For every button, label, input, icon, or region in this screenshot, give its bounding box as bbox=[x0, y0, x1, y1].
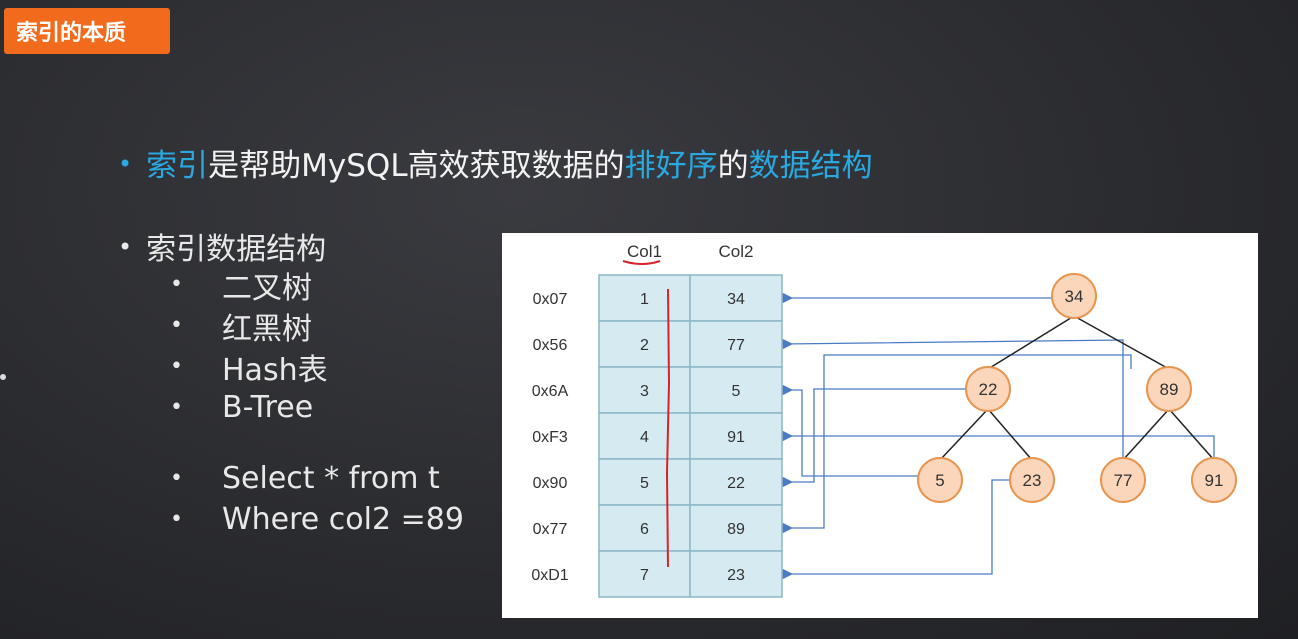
tree-node-level2-label: 91 bbox=[1205, 471, 1224, 490]
structure-name: 二叉树 bbox=[222, 270, 312, 306]
table-value-col1: 5 bbox=[640, 475, 649, 492]
row-address: 0x56 bbox=[533, 337, 568, 354]
query-text: Select * from t bbox=[222, 461, 440, 496]
pointer-node-23 bbox=[782, 479, 1010, 580]
query-line: • Where col2 =89 bbox=[170, 499, 464, 540]
bullet-dot: • bbox=[170, 466, 183, 491]
row-address: 0x07 bbox=[533, 291, 568, 308]
tree-node-level2-label: 5 bbox=[935, 471, 944, 490]
annotation-underline bbox=[622, 260, 661, 265]
table-value-col2: 91 bbox=[727, 429, 745, 446]
tree-node-root-label: 34 bbox=[1065, 287, 1084, 306]
tree-node-level2-label: 77 bbox=[1114, 471, 1133, 490]
pointer-node-77 bbox=[782, 338, 1124, 458]
slide-title-badge: 索引的本质 bbox=[4, 8, 170, 54]
index-diagram-svg: Col1 Col2 0x07 1 34 0x56 2 77 0x6A 3 5 0xF3 4 91 0x90 5… bbox=[531, 242, 1237, 598]
section-title: • 索引数据结构 bbox=[118, 224, 326, 268]
tree-edge bbox=[1168, 408, 1215, 461]
headline: • 索引是帮助MySQL高效获取数据的排好序的数据结构 bbox=[118, 140, 873, 185]
headline-term-data-structure: 数据结构 bbox=[748, 148, 873, 184]
table-value-col2: 5 bbox=[732, 383, 741, 400]
list-item: • Hash表 bbox=[170, 346, 464, 388]
row-address: 0x77 bbox=[533, 521, 568, 538]
bullet-dot: • bbox=[118, 150, 133, 178]
row-address: 0x90 bbox=[533, 475, 568, 492]
list-item: • 二叉树 bbox=[170, 264, 464, 306]
table-value-col2: 22 bbox=[727, 475, 745, 492]
bullet-dot: • bbox=[170, 354, 183, 379]
structure-name: B-Tree bbox=[222, 390, 314, 425]
pointer-node-5 bbox=[782, 384, 941, 477]
slide-title: 索引的本质 bbox=[16, 21, 127, 46]
headline-text: 是帮助MySQL高效获取数据的 bbox=[208, 148, 625, 184]
table-value-col1: 6 bbox=[640, 521, 649, 538]
column-header-col2: Col2 bbox=[719, 242, 754, 261]
headline-term-sorted: 排好序 bbox=[624, 148, 718, 184]
row-address: 0x6A bbox=[532, 383, 569, 400]
tree-edge bbox=[987, 408, 1033, 461]
tree-edge bbox=[987, 315, 1075, 370]
table-value-col1: 4 bbox=[640, 429, 649, 446]
headline-term-index: 索引 bbox=[146, 148, 209, 184]
bullet-dot: • bbox=[170, 313, 183, 338]
table-value-col1: 2 bbox=[640, 337, 649, 354]
headline-text-de: 的 bbox=[717, 148, 749, 184]
table-value-col2: 23 bbox=[727, 567, 745, 584]
tree-node-level1-label: 22 bbox=[979, 380, 998, 399]
list-item: • B-Tree bbox=[170, 387, 464, 428]
table-value-col1: 3 bbox=[640, 383, 649, 400]
query-text: Where col2 =89 bbox=[222, 502, 464, 537]
bullet-dot: • bbox=[170, 395, 183, 420]
table-value-col1: 1 bbox=[640, 291, 649, 308]
edge-marker bbox=[0, 374, 6, 380]
structure-name: Hash表 bbox=[222, 352, 328, 388]
row-address: 0xD1 bbox=[531, 567, 568, 584]
structure-list: • 二叉树 • 红黑树 • Hash表 • B-Tree • Select * from … bbox=[170, 264, 464, 540]
table-value-col2: 77 bbox=[727, 337, 745, 354]
bullet-dot: • bbox=[118, 233, 133, 261]
list-item: • 红黑树 bbox=[170, 305, 464, 347]
index-diagram: Col1 Col2 0x07 1 34 0x56 2 77 0x6A 3 5 0xF3 4 91 0x90 5… bbox=[502, 233, 1258, 618]
bullet-dot: • bbox=[170, 272, 183, 297]
table-value-col2: 89 bbox=[727, 521, 745, 538]
row-address: 0xF3 bbox=[532, 429, 568, 446]
column-header-col1: Col1 bbox=[627, 242, 662, 261]
tree-node-level2-label: 23 bbox=[1023, 471, 1042, 490]
structure-name: 红黑树 bbox=[222, 311, 312, 347]
pointer-node-91 bbox=[782, 430, 1215, 458]
table-value-col2: 34 bbox=[727, 291, 745, 308]
tree-edge bbox=[1122, 408, 1170, 461]
query-line: • Select * from t bbox=[170, 458, 464, 499]
bullet-dot: • bbox=[170, 507, 183, 532]
table-value-col1: 7 bbox=[640, 567, 649, 584]
tree-node-level1-label: 89 bbox=[1160, 380, 1179, 399]
tree-edge bbox=[1073, 315, 1170, 370]
tree-edge bbox=[939, 408, 989, 461]
